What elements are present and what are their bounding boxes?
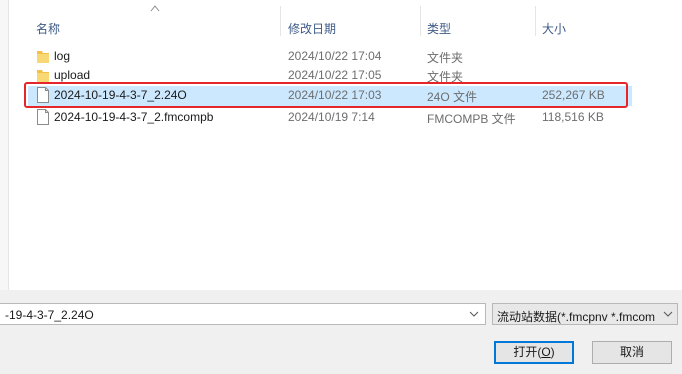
column-header-size[interactable]: 大小 bbox=[542, 20, 566, 37]
column-header-type[interactable]: 类型 bbox=[427, 20, 451, 37]
file-date: 2024/10/22 17:05 bbox=[288, 68, 382, 82]
highlight-annotation bbox=[24, 82, 628, 108]
file-type-filter-select[interactable]: 流动站数据(*.fmcpnv *.fmcom bbox=[492, 303, 678, 325]
file-row-fmcompb[interactable]: 2024-10-19-4-3-7_2.fmcompb 2024/10/19 7:… bbox=[28, 108, 632, 128]
file-size: 118,516 KB bbox=[542, 110, 604, 124]
file-date: 2024/10/22 17:04 bbox=[288, 49, 382, 63]
chevron-down-icon[interactable] bbox=[469, 309, 479, 319]
open-button-label-end: ) bbox=[550, 345, 555, 359]
folder-icon bbox=[37, 70, 49, 82]
file-date: 2024/10/19 7:14 bbox=[288, 110, 375, 124]
file-icon bbox=[37, 109, 49, 125]
file-type-filter-value: 流动站数据(*.fmcpnv *.fmcom bbox=[497, 310, 656, 324]
file-type: 文件夹 bbox=[427, 51, 464, 65]
sort-ascending-icon[interactable] bbox=[150, 4, 160, 12]
open-button[interactable]: 打开(O) bbox=[494, 341, 574, 364]
file-name: log bbox=[54, 49, 71, 63]
filename-input[interactable]: -19-4-3-7_2.24O bbox=[5, 308, 94, 322]
filename-combobox[interactable]: -19-4-3-7_2.24O bbox=[0, 303, 486, 325]
file-type: FMCOMPB 文件 bbox=[427, 112, 516, 126]
cancel-button[interactable]: 取消 bbox=[592, 341, 672, 364]
file-name: upload bbox=[54, 68, 91, 82]
column-header-bar: 名称 修改日期 类型 大小 bbox=[0, 0, 682, 38]
column-header-name[interactable]: 名称 bbox=[36, 20, 60, 37]
file-name: 2024-10-19-4-3-7_2.fmcompb bbox=[54, 110, 214, 124]
open-button-accesskey: O bbox=[541, 345, 551, 359]
chevron-down-icon[interactable] bbox=[663, 309, 673, 319]
column-divider[interactable] bbox=[280, 6, 281, 36]
file-row-log[interactable]: log 2024/10/22 17:04 文件夹 bbox=[28, 47, 632, 67]
navigation-pane-edge bbox=[0, 0, 9, 290]
dialog-footer: -19-4-3-7_2.24O 流动站数据(*.fmcpnv *.fmcom 打… bbox=[0, 290, 682, 374]
column-divider[interactable] bbox=[420, 6, 421, 36]
column-header-date[interactable]: 修改日期 bbox=[288, 20, 336, 37]
folder-icon bbox=[37, 51, 49, 63]
column-divider[interactable] bbox=[535, 6, 536, 36]
open-button-label: 打开( bbox=[513, 345, 542, 359]
